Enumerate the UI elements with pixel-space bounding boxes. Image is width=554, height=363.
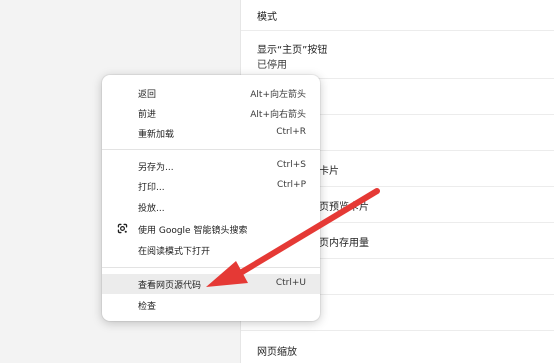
setting-memory-label: 页内存用量 [319, 238, 369, 249]
setting-home-button-label: 显示“主页”按钮 [257, 45, 328, 56]
menu-item-reload[interactable]: 重新加载 Ctrl+R [102, 123, 320, 143]
menu-separator [102, 267, 320, 268]
menu-save-as-shortcut: Ctrl+S [276, 160, 306, 170]
menu-reload-shortcut: Ctrl+R [276, 127, 306, 137]
menu-item-cast[interactable]: 投放... [102, 197, 320, 217]
menu-back-label: 返回 [138, 90, 157, 100]
menu-item-save-as[interactable]: 另存为... Ctrl+S [102, 156, 320, 176]
setting-page-zoom-label: 网页缩放 [257, 347, 297, 358]
menu-back-shortcut: Alt+向左箭头 [250, 90, 306, 100]
menu-item-back[interactable]: 返回 Alt+向左箭头 [102, 83, 320, 103]
setting-tab-cards-label: 卡片 [319, 166, 339, 177]
menu-separator [102, 149, 320, 150]
context-menu: 返回 Alt+向左箭头 前进 Alt+向右箭头 重新加载 Ctrl+R 另存为.… [102, 75, 320, 321]
menu-view-source-label: 查看网页源代码 [138, 281, 202, 291]
menu-item-google-lens[interactable]: 使用 Google 智能镜头搜索 [102, 219, 320, 239]
menu-item-reader-mode[interactable]: 在阅读模式下打开 [102, 240, 320, 260]
menu-inspect-label: 检查 [138, 302, 157, 312]
menu-item-forward[interactable]: 前进 Alt+向右箭头 [102, 103, 320, 123]
menu-item-inspect[interactable]: 检查 [102, 295, 320, 315]
menu-cast-label: 投放... [138, 204, 165, 214]
setting-mode-label: 模式 [257, 12, 277, 23]
setting-home-button-state: 已停用 [257, 60, 287, 71]
google-lens-icon [117, 223, 128, 234]
menu-forward-label: 前进 [138, 110, 157, 120]
menu-forward-shortcut: Alt+向右箭头 [250, 110, 306, 120]
menu-save-as-label: 另存为... [138, 163, 174, 173]
setting-preview-label: 页预览卡片 [319, 202, 369, 213]
menu-print-label: 打印... [138, 183, 165, 193]
menu-print-shortcut: Ctrl+P [277, 180, 306, 190]
menu-item-view-source[interactable]: 查看网页源代码 Ctrl+U [102, 274, 320, 294]
menu-view-source-shortcut: Ctrl+U [275, 278, 306, 288]
menu-reader-mode-label: 在阅读模式下打开 [138, 247, 211, 257]
menu-google-lens-label: 使用 Google 智能镜头搜索 [138, 226, 248, 236]
setting-row-page-zoom[interactable]: 网页缩放 [241, 336, 554, 363]
setting-row-mode[interactable]: 模式 [241, 0, 554, 31]
setting-row-home-button[interactable]: 显示“主页”按钮 已停用 [241, 30, 554, 79]
menu-reload-label: 重新加载 [138, 130, 175, 140]
menu-item-print[interactable]: 打印... Ctrl+P [102, 176, 320, 196]
